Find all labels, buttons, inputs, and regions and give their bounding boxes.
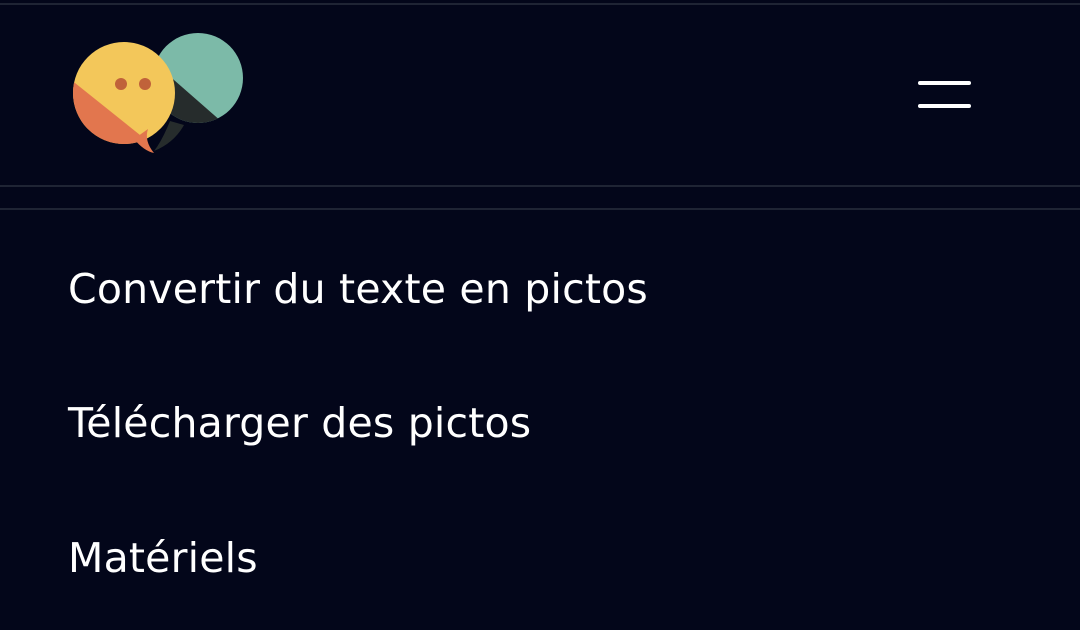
- menu-bar-top: [918, 81, 971, 85]
- header-divider: [0, 185, 1080, 187]
- speech-bubbles-logo-icon[interactable]: [70, 29, 250, 161]
- hamburger-menu-icon[interactable]: [906, 67, 982, 127]
- site-header: [0, 5, 1080, 185]
- nav-item-materiels[interactable]: Matériels: [68, 523, 258, 593]
- main-menu: Convertir du texte en pictos Télécharger…: [0, 210, 1080, 630]
- menu-bar-bottom: [918, 104, 971, 108]
- nav-item-convertir[interactable]: Convertir du texte en pictos: [68, 254, 648, 324]
- nav-item-telecharger[interactable]: Télécharger des pictos: [68, 388, 531, 458]
